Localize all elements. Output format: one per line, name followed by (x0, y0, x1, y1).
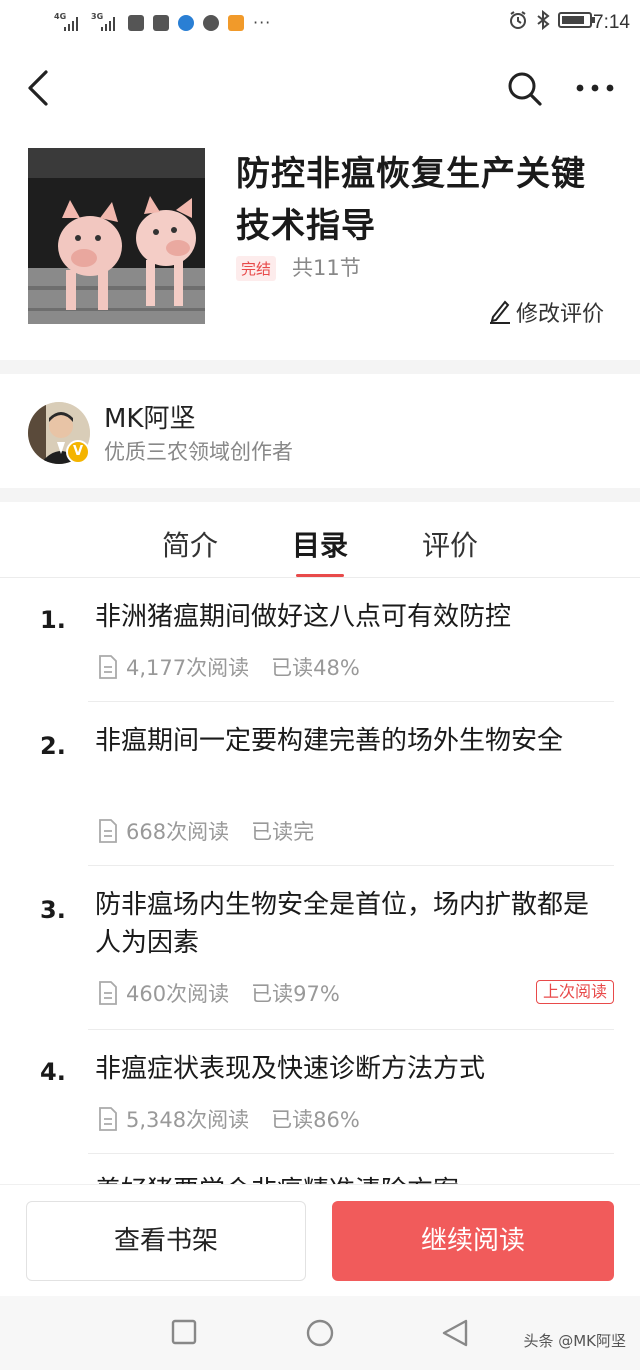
status-bar: 4G 3G ··· 7:14 (0, 0, 640, 48)
chapter-list: 1. 非洲猪瘟期间做好这八点可有效防控 4,177次阅读 已读48% 2. 非瘟… (0, 578, 640, 1184)
verified-badge-icon: V (66, 440, 90, 464)
watermark: 头条 @MK阿坚 (523, 1332, 626, 1350)
chapter-meta: 668次阅读 已读完 (98, 816, 314, 846)
chapter-number: 2. (40, 732, 66, 760)
read-count: 460次阅读 (126, 982, 230, 1006)
tab-reviews[interactable]: 评价 (422, 524, 478, 564)
view-bookshelf-button[interactable]: 查看书架 (26, 1201, 306, 1281)
search-icon[interactable] (503, 66, 545, 110)
pigs-image (28, 148, 205, 324)
edit-review-button[interactable]: 修改评价 (490, 296, 604, 328)
list-item[interactable]: 1. 非洲猪瘟期间做好这八点可有效防控 4,177次阅读 已读48% (0, 578, 640, 702)
pencil-icon (490, 300, 510, 324)
battery-icon (558, 12, 595, 28)
chapter-number: 1. (40, 606, 66, 634)
status-right (508, 10, 595, 30)
chapter-meta: 4,177次阅读 已读48% (98, 652, 360, 682)
read-count: 5,348次阅读 (126, 1108, 250, 1132)
read-progress: 已读48% (271, 656, 360, 680)
tab-catalog[interactable]: 目录 (292, 524, 348, 564)
read-progress: 已读97% (251, 982, 340, 1006)
last-read-badge: 上次阅读 (535, 980, 614, 1004)
author-description: 优质三农领域创作者 (104, 440, 293, 464)
chapter-count: 共11节 (292, 256, 361, 280)
chapter-title: 防非瘟场内生物安全是首位，场内扩散都是人为因素 (95, 890, 590, 958)
chapter-meta: 460次阅读 已读97% (98, 978, 340, 1008)
document-icon (99, 981, 117, 1005)
list-item[interactable]: 4. 非瘟症状表现及快速诊断方法方式 5,348次阅读 已读86% (0, 1030, 640, 1154)
signal-4g-icon: 4G (54, 12, 82, 34)
document-icon (99, 655, 117, 679)
status-left: 4G 3G ··· (54, 12, 271, 34)
read-progress: 已读完 (251, 820, 315, 844)
book-title: 防控非瘟恢复生产关键技术指导 (236, 154, 586, 246)
back-nav-icon[interactable] (440, 1318, 470, 1348)
chapter-title: 养好猪要学会非瘟精准清除方案 (95, 1172, 610, 1184)
home-icon[interactable] (305, 1318, 335, 1348)
signal-3g-icon: 3G (91, 12, 119, 34)
active-tab-indicator (296, 574, 344, 577)
author-name[interactable]: MK阿坚 (104, 398, 195, 435)
read-progress: 已读86% (271, 1108, 360, 1132)
read-count: 4,177次阅读 (126, 656, 250, 680)
back-icon[interactable] (22, 66, 62, 110)
app-icon-2 (153, 15, 169, 31)
section-divider (0, 360, 640, 374)
app-icon-4 (203, 15, 219, 31)
bluetooth-icon (537, 10, 550, 30)
system-nav-bar: 头条 @MK阿坚 (0, 1296, 640, 1370)
list-item[interactable]: 2. 非瘟期间一定要构建完善的场外生物安全 668次阅读 已读完 (0, 702, 640, 866)
status-tag: 完结 (236, 256, 277, 281)
recents-icon[interactable] (170, 1318, 198, 1346)
chapter-number: 3. (40, 896, 66, 924)
chapter-title: 非瘟症状表现及快速诊断方法方式 (95, 1054, 486, 1084)
chapter-title: 非瘟期间一定要构建完善的场外生物安全 (95, 726, 564, 756)
nav-bar (0, 56, 640, 122)
status-time: 7:14 (593, 12, 630, 33)
list-item[interactable]: 3. 防非瘟场内生物安全是首位，场内扩散都是人为因素 460次阅读 已读97% … (0, 866, 640, 1030)
tab-bar: 简介 目录 评价 (0, 504, 640, 578)
edit-review-label: 修改评价 (516, 302, 605, 327)
app-icon-1 (128, 15, 144, 31)
alarm-icon (510, 11, 526, 29)
bottom-action-bar: 查看书架 继续阅读 (0, 1184, 640, 1296)
book-cover[interactable] (28, 148, 205, 324)
chapter-meta: 5,348次阅读 已读86% (98, 1104, 360, 1134)
status-overflow-icon: ··· (253, 13, 272, 32)
chapter-title: 非洲猪瘟期间做好这八点可有效防控 (95, 602, 512, 632)
continue-reading-button[interactable]: 继续阅读 (332, 1201, 614, 1281)
app-icon-3 (178, 15, 194, 31)
app-icon-5 (228, 15, 244, 31)
list-item[interactable]: 5. 养好猪要学会非瘟精准清除方案 (0, 1154, 640, 1184)
tab-intro[interactable]: 简介 (162, 524, 218, 564)
more-icon[interactable] (572, 66, 618, 110)
read-count: 668次阅读 (126, 820, 230, 844)
section-divider (0, 488, 640, 502)
document-icon (99, 819, 117, 843)
chapter-number: 4. (40, 1058, 66, 1086)
document-icon (99, 1107, 117, 1131)
